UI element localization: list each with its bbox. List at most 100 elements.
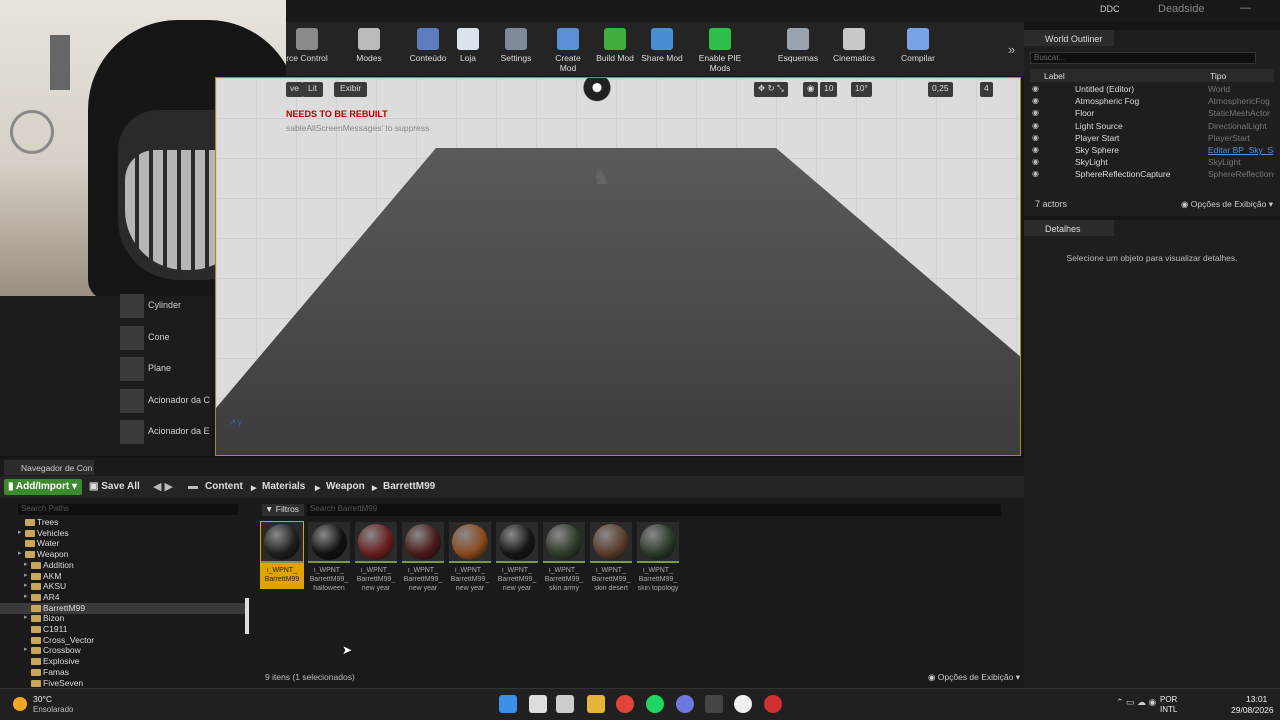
visibility-eye-icon[interactable]: ◉ (1032, 157, 1039, 166)
viewport-lit-button[interactable]: Lit (302, 82, 323, 97)
tree-scrollbar[interactable] (245, 598, 249, 634)
expand-arrow-icon[interactable]: ▸ (24, 592, 28, 600)
folder-tree-item[interactable]: BarrettM99 (0, 602, 245, 614)
expand-arrow-icon[interactable]: ▸ (24, 571, 28, 579)
material-asset-tile[interactable]: i_WPNT_ BarrettM99_ new year (495, 521, 539, 592)
visibility-eye-icon[interactable]: ◉ (1032, 121, 1039, 130)
visibility-eye-icon[interactable]: ◉ (1032, 169, 1039, 178)
outliner-row[interactable]: ◉ Player Start PlayerStart (1030, 132, 1274, 144)
visibility-eye-icon[interactable]: ◉ (1032, 133, 1039, 142)
filters-label[interactable]: Filtros (276, 504, 299, 514)
breadcrumb-item[interactable]: BarrettM99 (383, 481, 435, 492)
clock-time[interactable]: 13:01 (1246, 694, 1267, 704)
expand-arrow-icon[interactable]: ▸ (24, 560, 28, 568)
visibility-eye-icon[interactable]: ◉ (1032, 108, 1039, 117)
outliner-view-options[interactable]: ◉ Opções de Exibição ▾ (1181, 199, 1273, 210)
clock-date[interactable]: 29/08/2026 (1231, 705, 1274, 715)
place-actor-item[interactable]: Acionador da E (120, 420, 210, 446)
toolbar-more-button[interactable]: » (1008, 42, 1015, 57)
transform-tools[interactable]: ✥ ↻ ⤡ (754, 82, 788, 97)
outliner-search-input[interactable]: Buscar... (1030, 52, 1256, 64)
folder-tree-item[interactable]: FiveSeven (0, 678, 245, 689)
folder-tree-item[interactable]: Water (0, 538, 245, 549)
outliner-row[interactable]: ◉ Floor StaticMeshActor (1030, 107, 1274, 119)
folder-tree-item[interactable]: Trees (0, 517, 245, 528)
toolbar-button-2[interactable]: Conteúdo (408, 28, 448, 74)
search-icon[interactable] (529, 695, 547, 713)
sky-sphere-icon[interactable] (582, 78, 612, 102)
visibility-eye-icon[interactable]: ◉ (1032, 145, 1039, 154)
toolbar-button-3[interactable]: Loja (454, 28, 482, 74)
label-column-header[interactable]: Label (1044, 71, 1065, 81)
outliner-view-options-label[interactable]: Opções de Exibição (1191, 199, 1267, 209)
folder-tree-item[interactable]: ▸ Addition (0, 560, 245, 571)
terminal-icon[interactable] (705, 695, 723, 713)
unreal-icon[interactable] (734, 695, 752, 713)
expand-arrow-icon[interactable]: ▸ (24, 613, 28, 621)
chrome-icon[interactable] (616, 695, 634, 713)
asset-search-input[interactable]: Search BarrettM99 (307, 504, 1001, 516)
folder-tree-item[interactable]: ▸ AR4 (0, 592, 245, 603)
type-column-header[interactable]: Tipo (1210, 71, 1226, 81)
place-actor-item[interactable]: Plane (120, 357, 210, 383)
player-start-icon[interactable]: ♞ (592, 165, 618, 195)
folder-tree-item[interactable]: ▸ Vehicles (0, 528, 245, 539)
folder-tree-item[interactable]: ▸ Weapon (0, 549, 245, 560)
filters-dropdown[interactable]: ▼ Filtros (262, 504, 304, 516)
material-asset-tile[interactable]: i_WPNT_ BarrettM99_ new year (401, 521, 445, 592)
outliner-row[interactable]: ◉ Atmospheric Fog AtmosphericFog (1030, 95, 1274, 107)
viewport-perspective-button[interactable]: ve (286, 82, 303, 97)
toolbar-button-7[interactable]: Share Mod (640, 28, 684, 74)
level-viewport[interactable]: ve Lit Exibir NEEDS TO BE REBUILT sableA… (215, 77, 1021, 456)
outliner-row[interactable]: ◉ SphereReflectionCapture SphereReflection… (1030, 168, 1274, 180)
expand-arrow-icon[interactable]: ▸ (18, 528, 22, 536)
sun-icon[interactable] (13, 697, 27, 711)
scale-snap-value[interactable]: 0,25 (928, 82, 953, 97)
task-view-icon[interactable] (556, 695, 574, 713)
place-actor-item[interactable]: Acionador da C (120, 388, 210, 415)
toolbar-button-8[interactable]: Enable PIE Mods (689, 28, 751, 74)
toolbar-button-10[interactable]: Cinematics (832, 28, 876, 74)
material-asset-tile[interactable]: i_WPNT_ BarrettM99_ skin army (542, 521, 586, 592)
keyboard-layout[interactable]: INTL (1160, 705, 1177, 714)
folder-tree-item[interactable]: C1911 (0, 624, 245, 635)
expand-arrow-icon[interactable]: ▸ (18, 549, 22, 557)
save-all-button[interactable]: ▣ Save All (89, 481, 140, 492)
outliner-row[interactable]: ◉ SkyLight SkyLight (1030, 156, 1274, 168)
folder-tree-item[interactable]: ▸ AKM (0, 571, 245, 582)
material-asset-tile[interactable]: i_WPNT_ BarrettM99_ skin topology (636, 521, 680, 592)
camera-speed-value[interactable]: 4 (980, 82, 993, 97)
visibility-eye-icon[interactable]: ◉ (1032, 96, 1039, 105)
rotation-snap-value[interactable]: 10° (851, 82, 872, 97)
expand-arrow-icon[interactable]: ▸ (24, 581, 28, 589)
toolbar-button-6[interactable]: Build Mod (595, 28, 635, 74)
breadcrumb-item[interactable]: Materials (262, 481, 305, 492)
history-nav-buttons[interactable]: ◀ ▶ (153, 480, 173, 493)
folder-tree-item[interactable]: ▸ Bizon (0, 613, 245, 624)
grid-snap-value[interactable]: 10 (820, 82, 838, 97)
spotify-icon[interactable] (646, 695, 664, 713)
toolbar-button-9[interactable]: Esquemas (777, 28, 819, 74)
place-actor-item[interactable]: Cone (120, 325, 210, 352)
folder-tree-item[interactable]: ▸ AKSU (0, 581, 245, 592)
weather-temperature[interactable]: 30°C (33, 694, 52, 704)
system-tray-icons[interactable]: ⌃ ▭ ☁ ◉ (1116, 697, 1156, 708)
discord-icon[interactable] (676, 695, 694, 713)
toolbar-button-4[interactable]: Settings (500, 28, 532, 74)
material-asset-tile[interactable]: i_WPNT_ BarrettM99_ skin desert (589, 521, 633, 592)
content-view-options-label[interactable]: Opções de Exibição (938, 672, 1014, 682)
add-import-button[interactable]: ▮ Add/Import ▾ (4, 479, 82, 495)
actor-type[interactable]: Editar BP_Sky_Sp (1208, 145, 1274, 155)
visibility-eye-icon[interactable]: ◉ (1032, 84, 1039, 93)
viewport-show-button[interactable]: Exibir (334, 82, 368, 97)
toolbar-button-11[interactable]: Compilar (900, 28, 936, 74)
content-view-options[interactable]: ◉ Opções de Exibição ▾ (928, 672, 1020, 683)
material-asset-tile[interactable]: i_WPNT_ BarrettM99 (260, 521, 304, 589)
surface-snap-icon[interactable]: ◉ (803, 82, 819, 97)
outliner-row[interactable]: ◉ Untitled (Editor) World (1030, 83, 1274, 95)
toolbar-button-5[interactable]: Create Mod (546, 28, 590, 74)
windows-icon[interactable] (499, 695, 517, 713)
ddc-label[interactable]: DDC (1100, 4, 1120, 14)
breadcrumb-item[interactable]: Content (205, 481, 243, 492)
folder-tree-item[interactable]: Cross_Vector (0, 635, 245, 646)
